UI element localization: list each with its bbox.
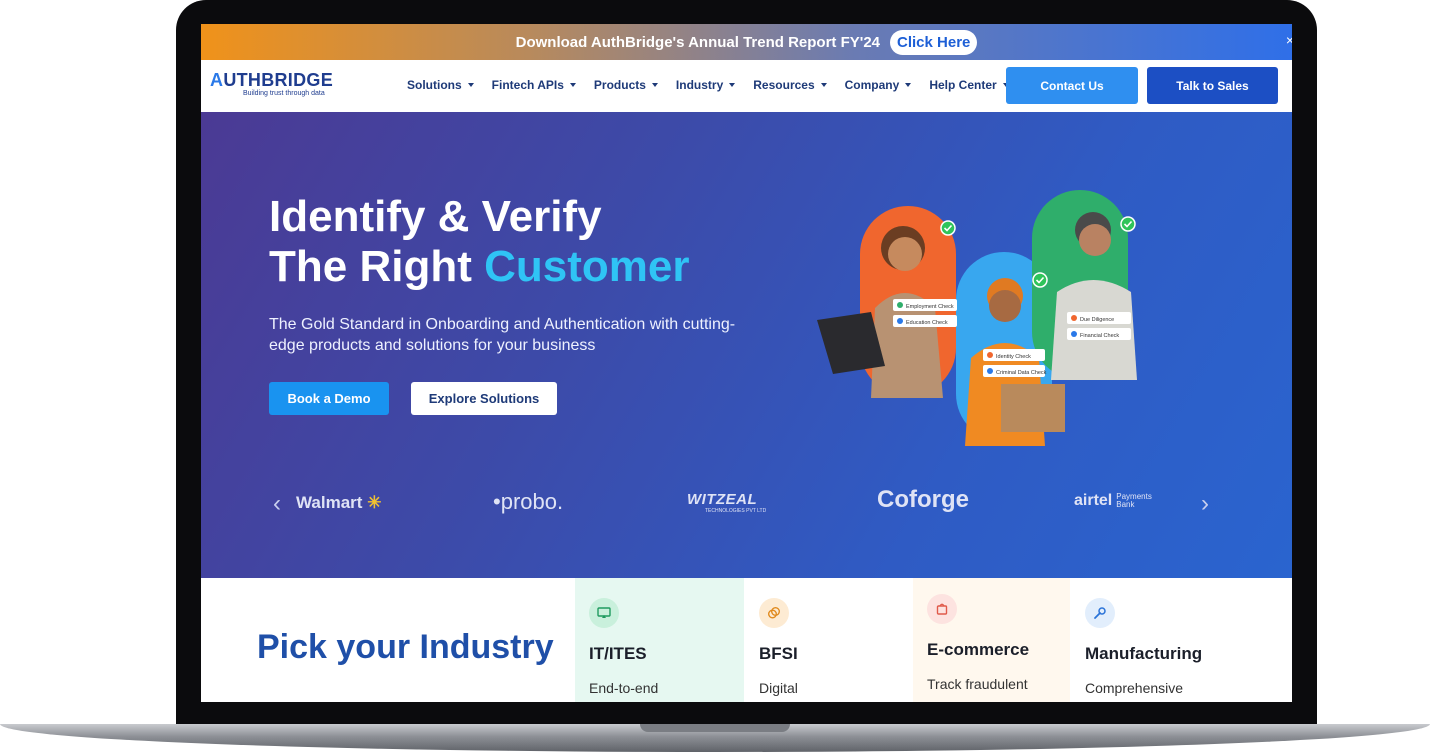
chevron-down-icon <box>729 83 736 87</box>
tag-identity-check: Identity Check <box>983 349 1045 361</box>
tag-education-check: Education Check <box>893 315 957 327</box>
card-desc: End-to-end <box>589 680 659 696</box>
logo-wordmark: AUTHBRIDGE <box>210 70 334 90</box>
coins-icon <box>759 598 789 628</box>
hero-illustration: Employment Check Education Check Identit… <box>817 190 1137 446</box>
airtel-payments-bank-logo: airtel Payments Bank <box>1074 492 1152 509</box>
nav-item-fintech-apis[interactable]: Fintech APIs <box>492 78 576 92</box>
coforge-logo: Coforge <box>877 486 969 513</box>
card-desc: Digital <box>759 680 798 696</box>
check-icon <box>1032 272 1048 288</box>
announcement-text: Download AuthBridge's Annual Trend Repor… <box>515 33 880 51</box>
tag-due-diligence: Due Diligence <box>1067 312 1131 324</box>
shopping-bag-icon <box>927 594 957 624</box>
chevron-left-icon[interactable]: ‹ <box>273 492 281 516</box>
svg-text:Financial Check: Financial Check <box>1080 333 1119 339</box>
svg-text:Employment Check: Employment Check <box>906 304 954 310</box>
nav-item-resources[interactable]: Resources <box>753 78 827 92</box>
svg-text:Criminal Data Check: Criminal Data Check <box>996 370 1047 376</box>
svg-text:Identity Check: Identity Check <box>996 354 1031 360</box>
explore-solutions-button[interactable]: Explore Solutions <box>411 382 557 415</box>
contact-us-button[interactable]: Contact Us <box>1006 67 1138 104</box>
talk-to-sales-button[interactable]: Talk to Sales <box>1147 67 1278 104</box>
close-icon[interactable]: × <box>1286 32 1292 48</box>
spark-icon: ✳ <box>367 493 382 512</box>
monitor-icon <box>589 598 619 628</box>
card-desc: Track fraudulent <box>927 676 1028 692</box>
chevron-down-icon <box>905 83 912 87</box>
navbar: AUTHBRIDGE Building trust through data S… <box>201 60 1292 112</box>
browser-screen: Download AuthBridge's Annual Trend Repor… <box>201 24 1292 702</box>
chevron-down-icon <box>651 83 658 87</box>
industry-card-manufacturing[interactable]: Manufacturing Comprehensive <box>1071 578 1239 702</box>
chevron-down-icon <box>569 83 576 87</box>
industry-card-it-ites[interactable]: IT/ITES End-to-end <box>575 578 744 702</box>
walmart-logo: Walmart ✳ <box>296 493 382 512</box>
wrench-icon <box>1085 598 1115 628</box>
industry-card-ecommerce[interactable]: E-commerce Track fraudulent <box>913 578 1070 702</box>
announcement-click-here-button[interactable]: Click Here <box>890 29 978 55</box>
authbridge-logo[interactable]: AUTHBRIDGE Building trust through data <box>210 71 333 97</box>
probo-logo: •probo. <box>493 489 564 514</box>
card-title: BFSI <box>759 644 798 663</box>
check-icon <box>940 220 956 236</box>
card-title: Manufacturing <box>1085 644 1203 663</box>
chevron-down-icon <box>820 83 827 87</box>
nav-item-company[interactable]: Company <box>845 78 912 92</box>
nav-menu: Solutions Fintech APIs Products Industry… <box>407 78 1009 92</box>
industry-card-bfsi[interactable]: BFSI Digital <box>745 578 913 702</box>
tag-financial-check: Financial Check <box>1067 328 1131 340</box>
svg-text:Due Diligence: Due Diligence <box>1080 317 1114 323</box>
card-desc: Comprehensive <box>1085 680 1184 696</box>
book-demo-button[interactable]: Book a Demo <box>269 382 389 415</box>
tag-criminal-data-check: Criminal Data Check <box>983 365 1047 377</box>
card-title: E-commerce <box>927 640 1030 659</box>
card-title: IT/ITES <box>589 644 647 663</box>
nav-item-solutions[interactable]: Solutions <box>407 78 474 92</box>
svg-text:Education Check: Education Check <box>906 320 948 326</box>
laptop-notch <box>640 724 790 732</box>
tag-employment-check: Employment Check <box>893 299 957 311</box>
hero-subtitle: The Gold Standard in Onboarding and Auth… <box>269 316 736 354</box>
industry-heading: Pick your Industry <box>257 628 554 666</box>
announcement-bar: Download AuthBridge's Annual Trend Repor… <box>201 24 1292 60</box>
logo-tagline: Building trust through data <box>243 90 325 97</box>
nav-item-products[interactable]: Products <box>594 78 658 92</box>
nav-item-help-center[interactable]: Help Center <box>929 78 1009 92</box>
hero-title: Identify & Verify The Right Customer <box>269 192 690 291</box>
hero-section: Identify & Verify The Right Customer The… <box>201 112 1292 578</box>
client-logos-carousel: ‹ Walmart ✳ •probo. WITZEAL TECHNOLOGIES… <box>201 482 1292 532</box>
witzeal-logo: WITZEAL TECHNOLOGIES PVT LTD <box>687 491 767 514</box>
chevron-down-icon <box>467 83 474 87</box>
chevron-right-icon[interactable]: › <box>1201 492 1209 516</box>
industry-section: Pick your Industry IT/ITES End-to-end BF… <box>201 578 1292 702</box>
check-icon <box>1120 216 1136 232</box>
nav-item-industry[interactable]: Industry <box>676 78 736 92</box>
